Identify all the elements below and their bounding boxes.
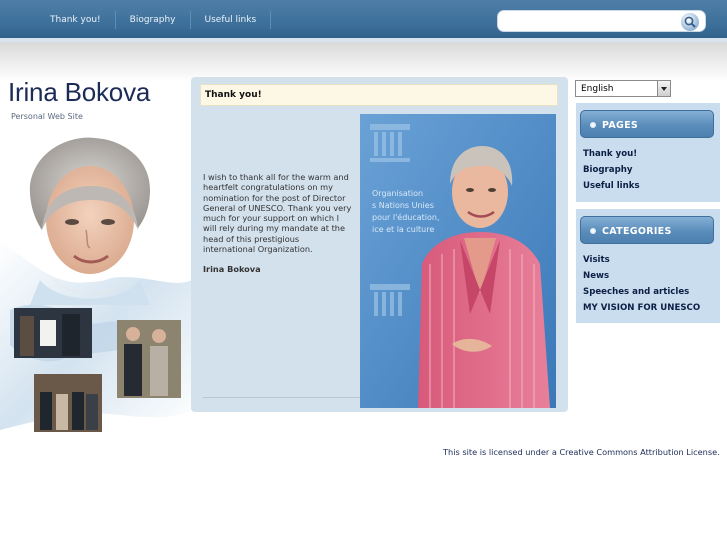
- search-box: [497, 10, 706, 32]
- site-subtitle: Personal Web Site: [11, 112, 83, 121]
- content-heading: Thank you!: [205, 90, 262, 100]
- pages-box-title: PAGES: [602, 120, 639, 131]
- category-link-speeches[interactable]: Speeches and articles: [583, 287, 689, 297]
- svg-text:s Nations Unies: s Nations Unies: [372, 201, 434, 210]
- search-input[interactable]: [504, 14, 672, 29]
- pages-link-useful-links[interactable]: Useful links: [583, 181, 640, 191]
- category-link-vision[interactable]: MY VISION FOR UNESCO: [583, 303, 700, 313]
- category-link-news[interactable]: News: [583, 271, 609, 281]
- site-title: Irina Bokova: [8, 77, 151, 107]
- main-nav: Thank you! Biography Useful links: [36, 0, 272, 40]
- content-body: I wish to thank all for the warm and hea…: [203, 172, 352, 255]
- page: Thank you! Biography Useful links Irina …: [0, 0, 727, 545]
- nav-item-useful-links[interactable]: Useful links: [191, 11, 272, 29]
- categories-box-title: CATEGORIES: [602, 226, 672, 237]
- pages-link-thank-you[interactable]: Thank you!: [583, 149, 637, 159]
- categories-box: CATEGORIES Visits News Speeches and arti…: [576, 209, 720, 323]
- top-nav-bar: Thank you! Biography Useful links: [0, 0, 727, 41]
- search-icon: [684, 16, 696, 28]
- bullet-icon: [590, 122, 596, 128]
- svg-text:pour l'éducation,: pour l'éducation,: [372, 212, 440, 222]
- pages-link-biography[interactable]: Biography: [583, 165, 632, 175]
- language-selected-value: English: [581, 84, 614, 94]
- pages-box: PAGES Thank you! Biography Useful links: [576, 103, 720, 202]
- categories-box-header: CATEGORIES: [580, 216, 714, 244]
- content-heading-bar: Thank you!: [200, 84, 558, 106]
- language-select[interactable]: English: [575, 80, 671, 97]
- pages-box-header: PAGES: [580, 110, 714, 138]
- search-button[interactable]: [681, 13, 699, 31]
- portrait-collage: [0, 130, 192, 440]
- nav-item-biography[interactable]: Biography: [116, 11, 191, 29]
- category-link-visits[interactable]: Visits: [583, 255, 610, 265]
- footer-license: This site is licensed under a Creative C…: [443, 447, 720, 457]
- unesco-portrait-photo: Organisation s Nations Unies pour l'éduc…: [360, 114, 556, 408]
- bullet-icon: [590, 228, 596, 234]
- svg-text:ice et la culture: ice et la culture: [372, 225, 434, 234]
- content-signature: Irina Bokova: [203, 264, 261, 274]
- svg-text:Organisation: Organisation: [372, 189, 423, 198]
- chevron-down-icon[interactable]: [657, 81, 670, 96]
- header-band: [0, 42, 727, 82]
- nav-item-thank-you[interactable]: Thank you!: [36, 11, 116, 29]
